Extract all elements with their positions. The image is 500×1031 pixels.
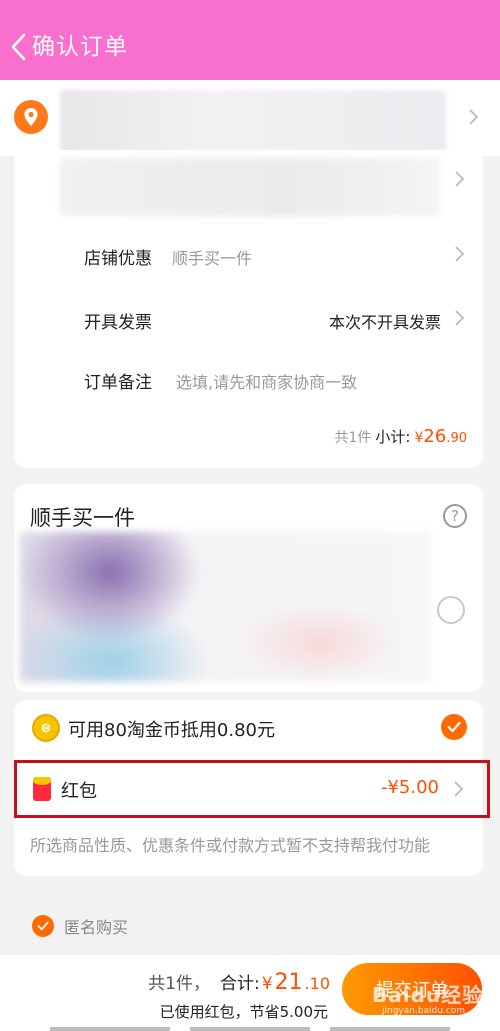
store-discount-label: 店铺优惠	[84, 249, 152, 269]
baidu-watermark-url: jingyan.baidu.com	[382, 1006, 466, 1016]
nav-indicator-bar	[190, 1027, 310, 1031]
coin-deduction-text: 可用80淘金币抵用0.80元	[68, 720, 275, 741]
invoice-label: 开具发票	[84, 313, 152, 333]
hongbao-row[interactable]: 红包 -¥5.00	[14, 760, 490, 818]
nav-indicator-bar	[330, 1027, 450, 1031]
payment-note: 所选商品性质、优惠条件或付款方式暂不支持帮我付功能	[30, 836, 431, 855]
payment-options-card: ⊜ 可用80淘金币抵用0.80元 红包 -¥5.00 所选商品性质、优惠条件或付…	[14, 700, 490, 876]
nav-indicator	[0, 1027, 500, 1031]
check-icon	[447, 721, 461, 733]
order-card: 店铺优惠 顺手买一件 开具发票 本次不开具发票 订单备注 选填,请先和商家协商一…	[14, 150, 483, 468]
total-amount: 21	[274, 970, 303, 995]
product-blurred[interactable]	[60, 158, 440, 216]
add-on-card: 顺手买一件 ?	[14, 484, 483, 692]
chevron-right-icon	[469, 109, 479, 125]
add-on-title: 顺手买一件	[30, 506, 135, 530]
chevron-left-icon	[11, 33, 26, 61]
savings-text: 已使用红包，节省5.00元	[159, 1003, 328, 1021]
red-packet-icon	[33, 777, 51, 801]
total-currency: ¥	[261, 974, 273, 994]
chevron-right-icon	[455, 171, 465, 187]
subtotal-amount: 26	[423, 426, 447, 447]
invoice-value[interactable]: 本次不开具发票	[329, 309, 441, 333]
chevron-right-icon[interactable]	[453, 309, 465, 327]
anonymous-purchase[interactable]: 匿名购买	[32, 914, 128, 938]
hongbao-label: 红包	[61, 781, 97, 802]
remark-input[interactable]: 选填,请先和商家协商一致	[176, 369, 357, 393]
subtotal: 共1件 小计: ¥26.90	[335, 426, 468, 447]
remark-label: 订单备注	[84, 373, 152, 393]
baidu-watermark: Baidu经验	[372, 983, 484, 1007]
store-discount-value[interactable]: 顺手买一件	[172, 245, 252, 269]
page-title: 确认订单	[32, 34, 128, 60]
total-line: 共1件， 合计: ¥21.10	[148, 969, 330, 995]
subtotal-cents: .90	[446, 431, 467, 446]
total-cents: .10	[304, 974, 330, 993]
subtotal-count: 共1件	[334, 430, 372, 446]
chevron-right-icon	[454, 781, 464, 797]
add-on-product-blurred[interactable]	[20, 532, 430, 682]
add-on-select-radio[interactable]	[437, 596, 465, 624]
back-button[interactable]	[6, 30, 30, 64]
total-count: 共1件，	[148, 974, 210, 994]
hongbao-amount: -¥5.00	[380, 777, 439, 798]
address-section[interactable]	[0, 80, 500, 156]
anonymous-checkbox[interactable]	[32, 915, 54, 937]
anonymous-label: 匿名购买	[64, 918, 129, 937]
header-bar: 确认订单	[0, 0, 500, 80]
subtotal-label: 小计:	[375, 428, 411, 446]
coin-deduction-checkbox[interactable]	[441, 714, 467, 740]
taobao-coin-icon: ⊜	[32, 714, 60, 742]
address-blurred	[60, 90, 446, 152]
nav-indicator-bar	[50, 1027, 170, 1031]
chevron-right-icon[interactable]	[453, 245, 465, 263]
location-pin-icon	[14, 100, 48, 134]
check-icon	[37, 921, 49, 931]
total-label: 合计:	[219, 974, 260, 994]
help-icon[interactable]: ?	[443, 504, 467, 528]
